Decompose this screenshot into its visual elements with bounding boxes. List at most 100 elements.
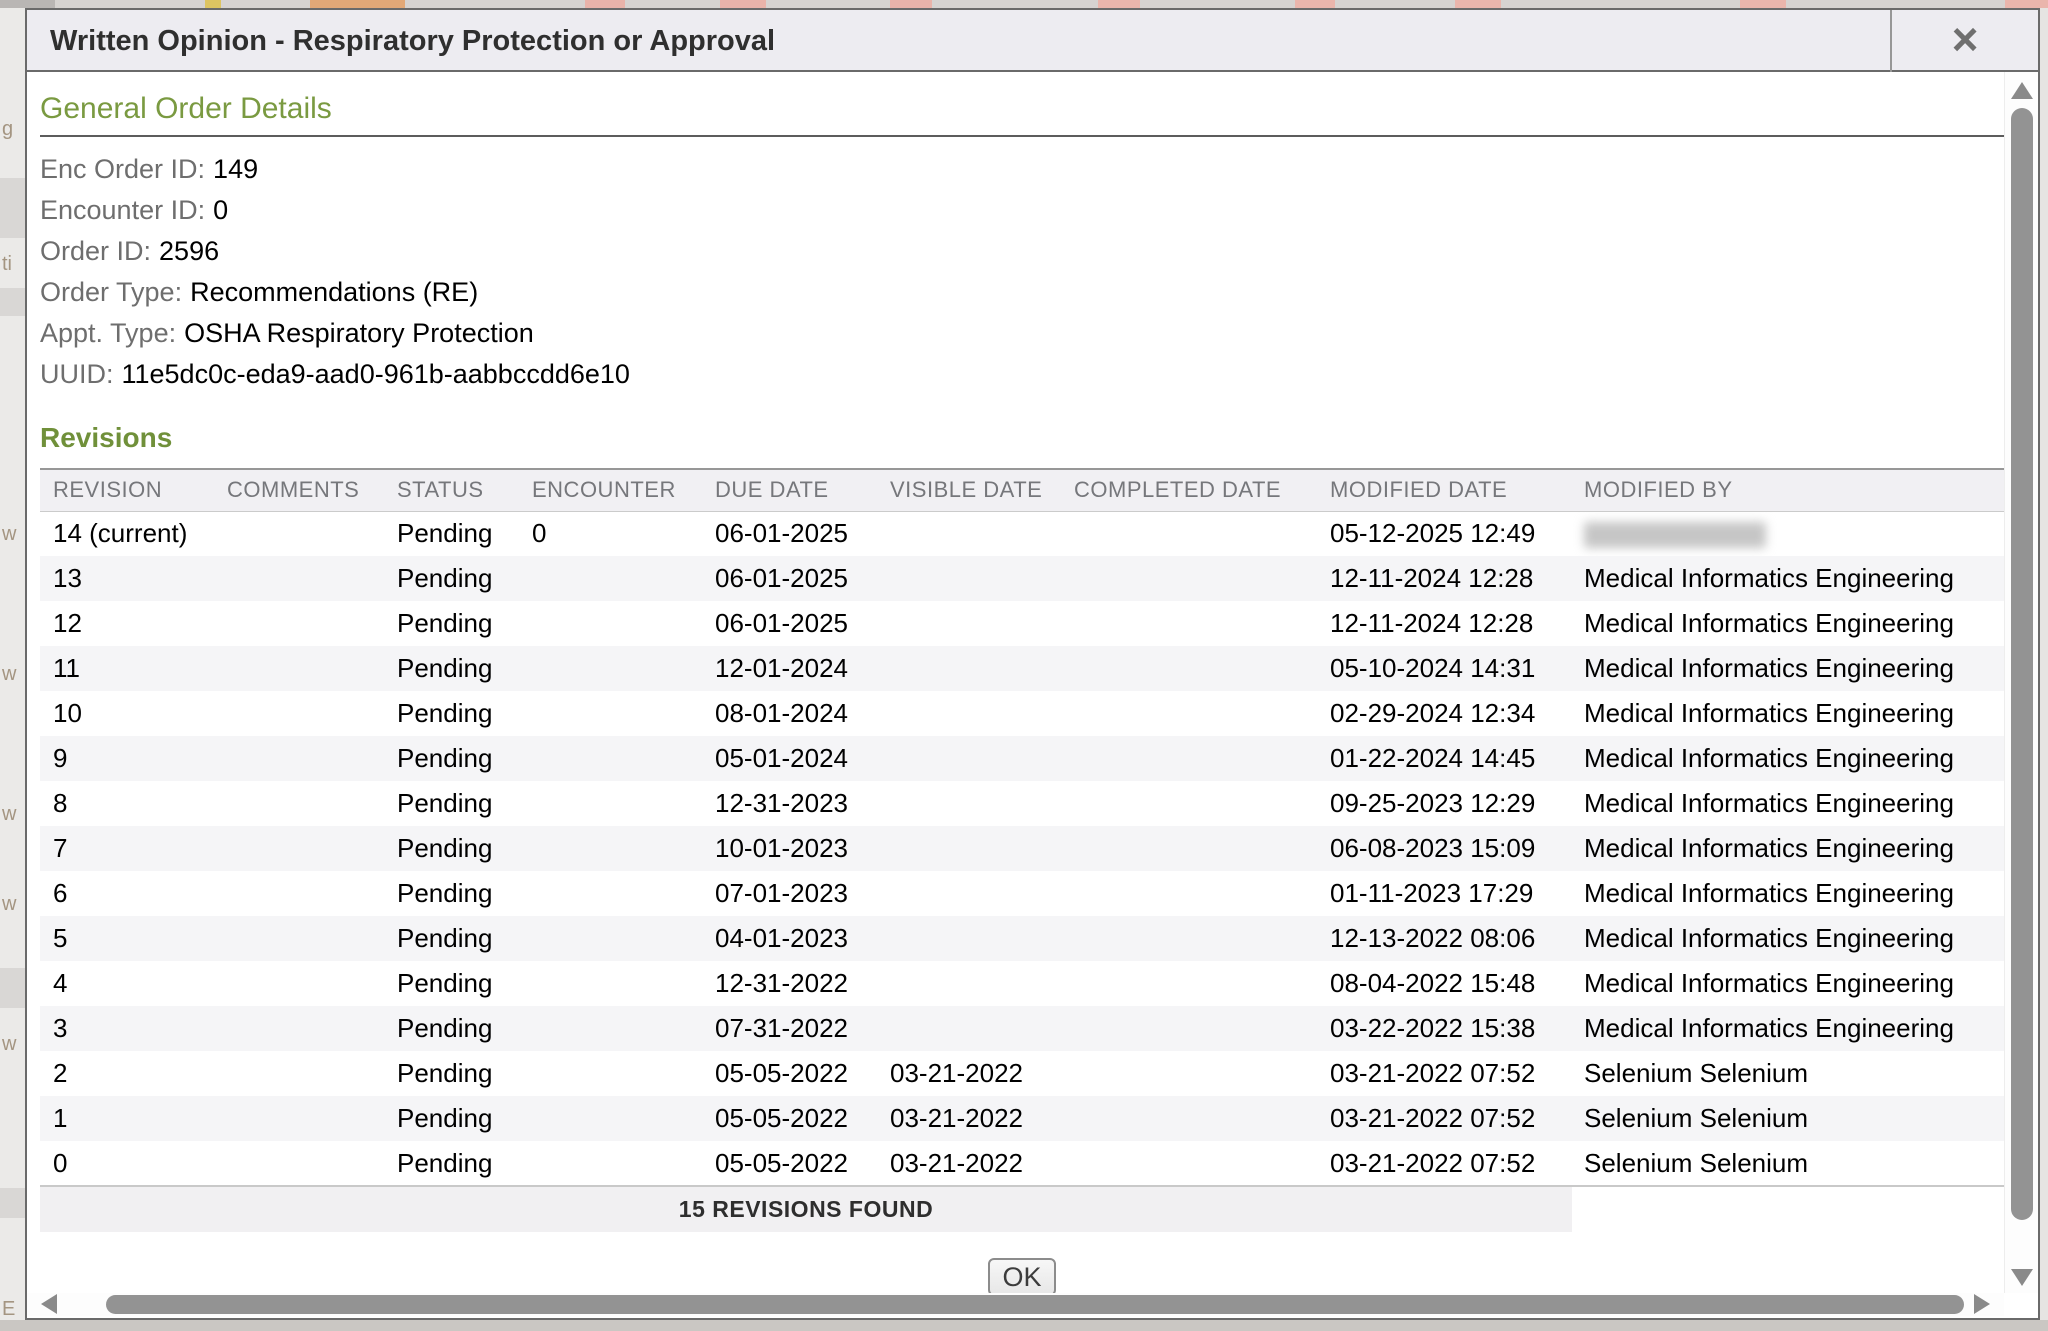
- revision-row: 6Pending07-01-202301-11-2023 17:29Medica…: [40, 871, 2004, 916]
- cell-completed-date: [1062, 556, 1318, 601]
- revision-row: 8Pending12-31-202309-25-2023 12:29Medica…: [40, 781, 2004, 826]
- column-header-status: STATUS: [385, 469, 520, 511]
- cell-revision: 14 (current): [40, 511, 215, 556]
- cell-modified-date: 08-04-2022 15:48: [1318, 961, 1572, 1006]
- revision-row: 0Pending05-05-202203-21-202203-21-2022 0…: [40, 1141, 2004, 1186]
- cell-due-date: 12-31-2022: [703, 961, 878, 1006]
- cell-visible-date: [878, 736, 1062, 781]
- cell-status: Pending: [385, 916, 520, 961]
- cell-encounter: [520, 826, 703, 871]
- cell-comments: [215, 1141, 385, 1186]
- cell-revision: 2: [40, 1051, 215, 1096]
- cell-completed-date: [1062, 871, 1318, 916]
- cell-visible-date: [878, 556, 1062, 601]
- cell-status: Pending: [385, 961, 520, 1006]
- cell-visible-date: [878, 781, 1062, 826]
- general-order-details-fields: Enc Order ID:149 Encounter ID: 0 Order ID: 2…: [40, 149, 2004, 395]
- background-glyph: w: [2, 803, 16, 826]
- revisions-table: REVISIONCOMMENTSSTATUSENCOUNTERDUE DATEV…: [40, 468, 2004, 1232]
- cell-visible-date: [878, 961, 1062, 1006]
- field-value: OSHA Respiratory Protection: [184, 318, 534, 348]
- column-header-due-date: DUE DATE: [703, 469, 878, 511]
- vertical-scrollbar-thumb[interactable]: [2011, 108, 2033, 1220]
- cell-status: Pending: [385, 871, 520, 916]
- cell-modified-date: 06-08-2023 15:09: [1318, 826, 1572, 871]
- cell-due-date: 05-05-2022: [703, 1051, 878, 1096]
- cell-revision: 7: [40, 826, 215, 871]
- cell-completed-date: [1062, 601, 1318, 646]
- dialog-content: General Order Details Enc Order ID:149En…: [27, 72, 2004, 1293]
- vertical-scrollbar[interactable]: [2004, 72, 2038, 1293]
- ok-button[interactable]: OK: [988, 1258, 1056, 1293]
- field-label: Encounter ID:: [40, 195, 205, 225]
- detail-field: Order Type:Recommendations (RE): [40, 272, 2004, 313]
- revision-row: 10Pending08-01-202402-29-2024 12:34Medic…: [40, 691, 2004, 736]
- horizontal-scrollbar-thumb[interactable]: [106, 1295, 1964, 1314]
- detail-field: UUID:11e5dc0c-eda9-aad0-961b-aabbccdd6e1…: [40, 354, 2004, 395]
- cell-encounter: [520, 691, 703, 736]
- horizontal-scrollbar[interactable]: [27, 1293, 2004, 1316]
- cell-modified-date: 05-10-2024 14:31: [1318, 646, 1572, 691]
- cell-encounter: [520, 871, 703, 916]
- scroll-up-icon[interactable]: [2011, 82, 2033, 99]
- cell-modified-date: 03-21-2022 07:52: [1318, 1051, 1572, 1096]
- cell-encounter: [520, 961, 703, 1006]
- cell-due-date: 05-05-2022: [703, 1141, 878, 1186]
- ok-button-row: OK: [40, 1258, 2004, 1293]
- background-glyph: w: [2, 523, 16, 546]
- cell-due-date: 06-01-2025: [703, 601, 878, 646]
- cell-revision: 0: [40, 1141, 215, 1186]
- detail-field: Enc Order ID:149: [40, 149, 2004, 190]
- cell-completed-date: [1062, 1006, 1318, 1051]
- cell-encounter: [520, 556, 703, 601]
- field-label: UUID:: [40, 359, 114, 389]
- field-value: 2596: [159, 236, 219, 266]
- cell-status: Pending: [385, 1141, 520, 1186]
- cell-completed-date: [1062, 781, 1318, 826]
- field-label: Order ID:: [40, 236, 151, 266]
- column-header-revision: REVISION: [40, 469, 215, 511]
- revision-row: 11Pending12-01-202405-10-2024 14:31Medic…: [40, 646, 2004, 691]
- cell-visible-date: [878, 511, 1062, 556]
- field-value: 0: [213, 195, 228, 225]
- field-label: Order Type:: [40, 277, 182, 307]
- background-fragment: [205, 0, 221, 8]
- close-button[interactable]: ×: [1890, 10, 2038, 72]
- background-fragment: [1098, 0, 1140, 8]
- revision-row: 7Pending10-01-202306-08-2023 15:09Medica…: [40, 826, 2004, 871]
- cell-encounter: [520, 1006, 703, 1051]
- cell-modified-date: 01-11-2023 17:29: [1318, 871, 1572, 916]
- redacted-name: [1584, 522, 1766, 548]
- detail-field: Appt. Type:OSHA Respiratory Protection: [40, 313, 2004, 354]
- scroll-right-icon[interactable]: [1974, 1294, 1990, 1314]
- cell-status: Pending: [385, 1006, 520, 1051]
- revisions-count: 15 REVISIONS FOUND: [40, 1186, 1572, 1232]
- revision-row: 14 (current)Pending006-01-202505-12-2025…: [40, 511, 2004, 556]
- cell-visible-date: [878, 871, 1062, 916]
- column-header-encounter: ENCOUNTER: [520, 469, 703, 511]
- background-glyph: w: [2, 1033, 16, 1056]
- cell-revision: 13: [40, 556, 215, 601]
- cell-status: Pending: [385, 826, 520, 871]
- scroll-left-icon[interactable]: [41, 1294, 57, 1314]
- background-left-strip: gtiwwwwwE: [0, 8, 25, 1320]
- cell-encounter: [520, 1096, 703, 1141]
- cell-encounter: [520, 1141, 703, 1186]
- revision-row: 3Pending07-31-202203-22-2022 15:38Medica…: [40, 1006, 2004, 1051]
- cell-modified-by: Medical Informatics Engineering: [1572, 781, 2004, 826]
- cell-modified-by: Medical Informatics Engineering: [1572, 961, 2004, 1006]
- dialog-title: Written Opinion - Respiratory Protection…: [50, 10, 775, 72]
- cell-modified-date: 12-11-2024 12:28: [1318, 556, 1572, 601]
- cell-modified-by: Medical Informatics Engineering: [1572, 601, 2004, 646]
- cell-modified-date: 01-22-2024 14:45: [1318, 736, 1572, 781]
- close-icon: ×: [1952, 13, 1979, 65]
- cell-visible-date: [878, 601, 1062, 646]
- cell-completed-date: [1062, 826, 1318, 871]
- cell-modified-by: Medical Informatics Engineering: [1572, 826, 2004, 871]
- scroll-down-icon[interactable]: [2011, 1269, 2033, 1286]
- revision-row: 12Pending06-01-202512-11-2024 12:28Medic…: [40, 601, 2004, 646]
- cell-comments: [215, 511, 385, 556]
- cell-due-date: 06-01-2025: [703, 511, 878, 556]
- cell-comments: [215, 556, 385, 601]
- cell-revision: 10: [40, 691, 215, 736]
